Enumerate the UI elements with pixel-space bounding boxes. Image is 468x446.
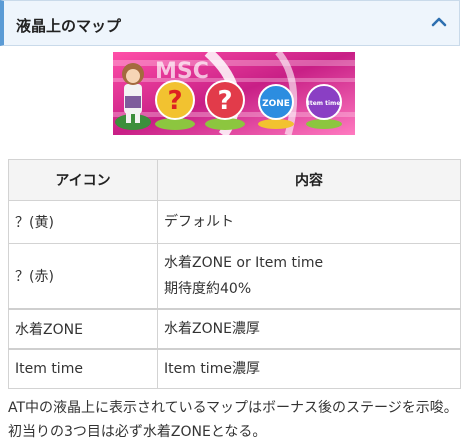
chevron-up-icon <box>431 17 447 27</box>
ball-2: ? <box>205 80 245 130</box>
content-line: 水着ZONE or Item time <box>164 255 324 271</box>
content-cell: 水着ZONE濃厚 <box>157 308 461 350</box>
map-accordion-header[interactable]: 液晶上のマップ <box>0 0 460 46</box>
ball-1: ? <box>155 80 195 130</box>
icon-cell: ？(黄) <box>8 200 158 244</box>
icon-cell: Item time <box>8 348 158 389</box>
column-header-content: 内容 <box>157 159 461 201</box>
content-cell: Item time濃厚 <box>157 348 461 389</box>
svg-text:?: ? <box>167 86 182 116</box>
ball-3: ZONE <box>258 84 294 129</box>
content-line: 期待度約40% <box>164 281 252 297</box>
collapse-toggle-button[interactable] <box>429 12 449 32</box>
table-row: Item time Item time濃厚 <box>8 348 461 389</box>
description-text: AT中の液晶上に表示されているマップはボーナス後のステージを示唆。初当りの3つ目… <box>8 400 458 440</box>
map-banner-image: MSC ? ? ZONE Item time <box>113 52 355 135</box>
content-cell: 水着ZONE or Item time 期待度約40% <box>157 243 461 310</box>
svg-text:?: ? <box>217 86 232 116</box>
content-cell: デフォルト <box>157 200 461 244</box>
section-title: 液晶上のマップ <box>16 17 122 35</box>
content-line: Item time濃厚 <box>164 361 260 377</box>
content-line: 水着ZONE濃厚 <box>164 321 260 337</box>
column-header-icon: アイコン <box>8 159 158 201</box>
map-icon-table: アイコン 内容 ？(黄) デフォルト ？(赤) 水着ZONE or Item t… <box>8 159 461 389</box>
table-row: ？(黄) デフォルト <box>8 200 461 244</box>
table-row: ？(赤) 水着ZONE or Item time 期待度約40% <box>8 243 461 310</box>
svg-text:Item time: Item time <box>308 100 341 107</box>
content-line: デフォルト <box>164 214 234 230</box>
ball-4: Item time <box>306 84 342 129</box>
icon-cell: 水着ZONE <box>8 308 158 350</box>
svg-text:ZONE: ZONE <box>262 99 290 109</box>
icon-cell: ？(赤) <box>8 243 158 310</box>
table-row: 水着ZONE 水着ZONE濃厚 <box>8 308 461 350</box>
svg-text:MSC: MSC <box>155 59 209 84</box>
